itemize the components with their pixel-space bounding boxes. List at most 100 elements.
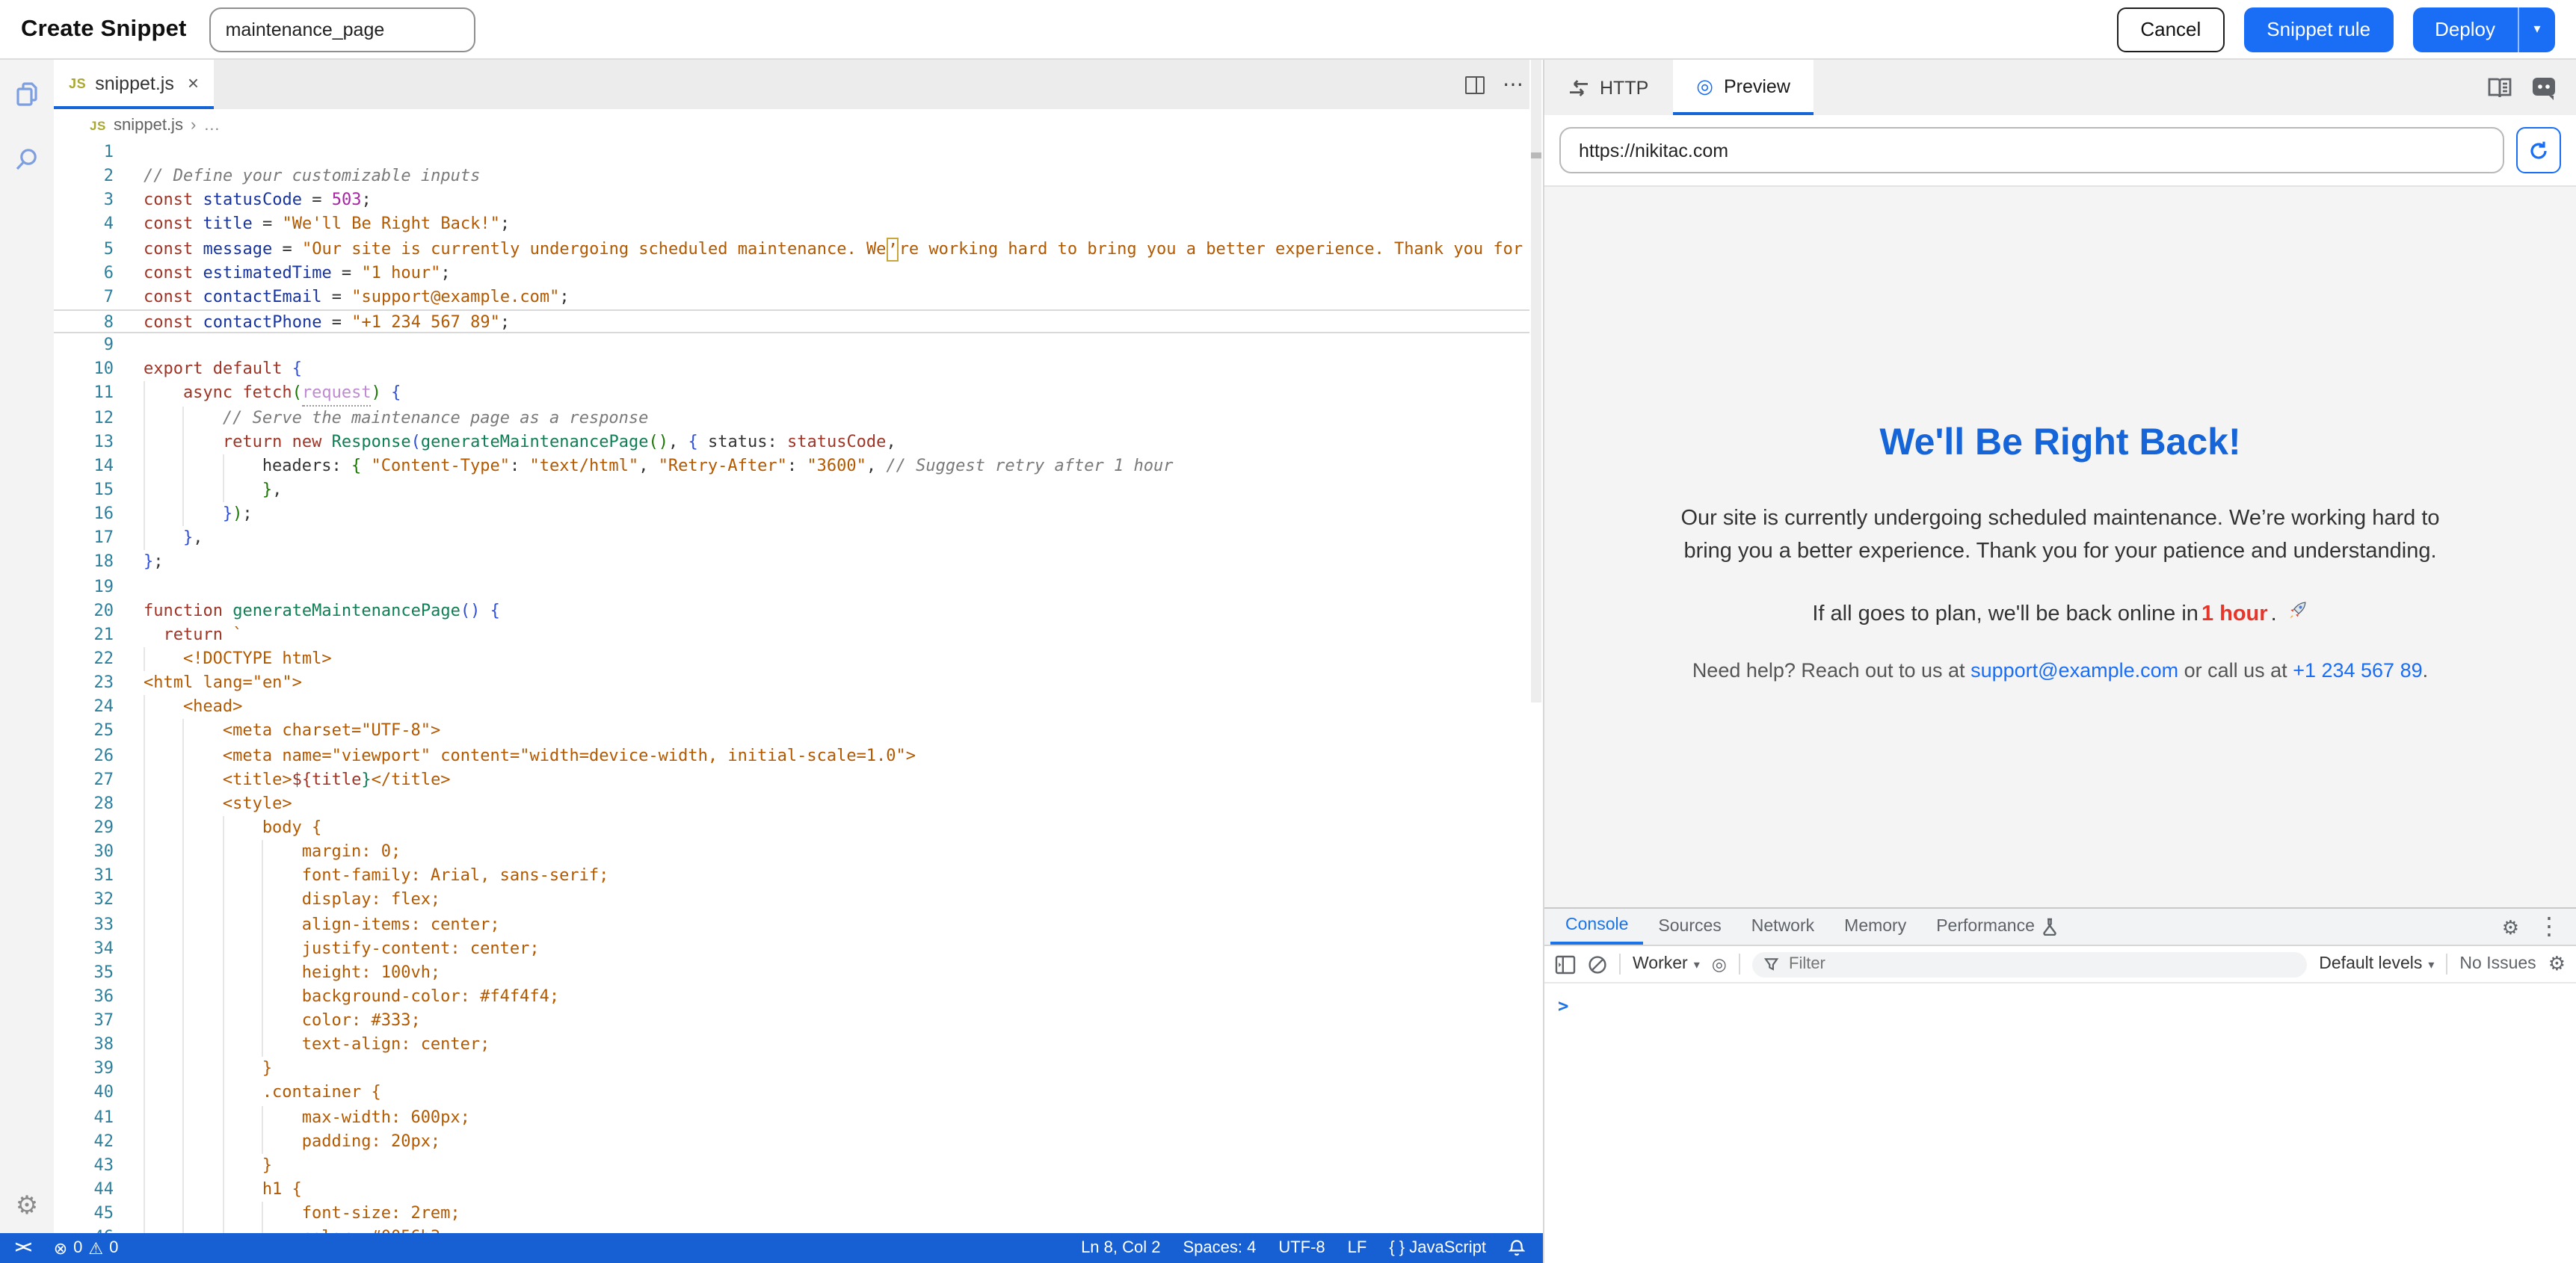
code-line-32[interactable]: 32display: flex; <box>54 889 1543 912</box>
refresh-button[interactable] <box>2516 127 2561 173</box>
eol[interactable]: LF <box>1348 1239 1367 1257</box>
breadcrumb[interactable]: JS snippet.js › … <box>54 109 1543 140</box>
code-line-38[interactable]: 38text-align: center; <box>54 1033 1543 1057</box>
code-line-16[interactable]: 16}); <box>54 502 1543 526</box>
split-editor-icon[interactable] <box>1465 75 1485 93</box>
files-icon[interactable] <box>10 78 43 111</box>
search-icon[interactable] <box>10 143 43 176</box>
code-line-43[interactable]: 43} <box>54 1154 1543 1178</box>
code-line-19[interactable]: 19 <box>54 575 1543 599</box>
code-line-6[interactable]: 6const estimatedTime = "1 hour"; <box>54 261 1543 285</box>
code-line-36[interactable]: 36background-color: #f4f4f4; <box>54 985 1543 1009</box>
code-line-44[interactable]: 44h1 { <box>54 1178 1543 1202</box>
code-editor[interactable]: 12// Define your customizable inputs3con… <box>54 140 1543 1233</box>
close-tab-icon[interactable]: × <box>188 72 199 94</box>
tab-snippet-js[interactable]: JS snippet.js × <box>54 60 214 109</box>
code-line-12[interactable]: 12// Serve the maintenance page as a res… <box>54 406 1543 430</box>
code-line-39[interactable]: 39} <box>54 1057 1543 1081</box>
code-line-45[interactable]: 45font-size: 2rem; <box>54 1202 1543 1226</box>
deploy-dropdown-button[interactable]: ▾ <box>2518 7 2555 52</box>
caret-down-icon: ▾ <box>1694 957 1700 971</box>
bell-icon[interactable] <box>1509 1239 1525 1257</box>
language-mode[interactable]: { } JavaScript <box>1389 1239 1486 1257</box>
support-email-link[interactable]: support@example.com <box>1970 659 2178 682</box>
tab-preview[interactable]: ◎ Preview <box>1672 60 1814 115</box>
code-line-46[interactable]: 46color: #0056b3; <box>54 1226 1543 1233</box>
code-line-23[interactable]: 23<html lang="en"> <box>54 671 1543 695</box>
code-line-21[interactable]: 21 return ` <box>54 623 1543 647</box>
devtools-settings-gear-icon[interactable]: ⚙ <box>2502 917 2519 936</box>
indent-guide <box>183 1202 223 1226</box>
code-line-25[interactable]: 25<meta charset="UTF-8"> <box>54 720 1543 744</box>
breadcrumb-file[interactable]: snippet.js <box>114 116 183 134</box>
tab-memory[interactable]: Memory <box>1829 909 1921 945</box>
code-line-13[interactable]: 13return new Response(generateMaintenanc… <box>54 430 1543 454</box>
context-selector[interactable]: Worker▾ <box>1633 955 1700 973</box>
code-line-7[interactable]: 7const contactEmail = "support@example.c… <box>54 285 1543 309</box>
tab-performance[interactable]: Performance <box>1921 909 2072 945</box>
tab-sources[interactable]: Sources <box>1643 909 1736 945</box>
console-output[interactable]: > <box>1544 983 2576 1263</box>
deploy-button[interactable]: Deploy <box>2412 7 2518 52</box>
breadcrumb-more[interactable]: … <box>203 116 220 134</box>
code-line-33[interactable]: 33align-items: center; <box>54 912 1543 936</box>
discord-chat-icon[interactable] <box>2531 75 2557 99</box>
code-line-26[interactable]: 26<meta name="viewport" content="width=d… <box>54 744 1543 768</box>
code-line-2[interactable]: 2// Define your customizable inputs <box>54 164 1543 188</box>
code-line-24[interactable]: 24<head> <box>54 695 1543 719</box>
code-line-5[interactable]: 5const message = "Our site is currently … <box>54 237 1543 261</box>
code-line-27[interactable]: 27<title>${title}</title> <box>54 768 1543 791</box>
code-line-14[interactable]: 14headers: { "Content-Type": "text/html"… <box>54 454 1543 478</box>
code-line-40[interactable]: 40.container { <box>54 1081 1543 1105</box>
encoding[interactable]: UTF-8 <box>1278 1239 1325 1257</box>
code-line-42[interactable]: 42padding: 20px; <box>54 1130 1543 1154</box>
live-expression-icon[interactable]: ◎ <box>1712 954 1727 975</box>
code-line-35[interactable]: 35height: 100vh; <box>54 961 1543 985</box>
more-actions-icon[interactable]: ⋯ <box>1503 72 1525 97</box>
code-line-3[interactable]: 3const statusCode = 503; <box>54 189 1543 213</box>
snippet-rule-button[interactable]: Snippet rule <box>2244 7 2393 52</box>
problems-status[interactable]: ⊗ 0 ⚠ 0 <box>54 1238 119 1258</box>
code-line-10[interactable]: 10export default { <box>54 358 1543 382</box>
code-line-1[interactable]: 1 <box>54 140 1543 164</box>
code-line-41[interactable]: 41max-width: 600px; <box>54 1105 1543 1129</box>
code-line-28[interactable]: 28<style> <box>54 792 1543 816</box>
tab-console[interactable]: Console <box>1550 909 1643 945</box>
clear-console-icon[interactable] <box>1588 954 1607 974</box>
code-line-9[interactable]: 9 <box>54 333 1543 357</box>
remote-indicator-icon[interactable]: >< <box>9 1239 36 1257</box>
editor-scrollbar[interactable] <box>1529 60 1543 1233</box>
console-sidebar-toggle-icon[interactable] <box>1555 954 1576 974</box>
filter-input[interactable] <box>1786 954 2295 975</box>
code-line-15[interactable]: 15}, <box>54 478 1543 502</box>
tab-http[interactable]: HTTP <box>1544 60 1672 115</box>
settings-gear-icon[interactable]: ⚙ <box>16 1193 39 1218</box>
code-line-34[interactable]: 34justify-content: center; <box>54 936 1543 960</box>
console-prompt-chevron[interactable]: > <box>1558 995 1568 1016</box>
snippet-name-input[interactable] <box>209 7 475 52</box>
code-line-30[interactable]: 30margin: 0; <box>54 840 1543 864</box>
phone-link[interactable]: +1 234 567 89 <box>2293 659 2422 682</box>
code-line-18[interactable]: 18}; <box>54 551 1543 575</box>
deploy-split-button: Deploy ▾ <box>2412 7 2555 52</box>
tab-network[interactable]: Network <box>1737 909 1829 945</box>
url-input[interactable] <box>1559 127 2504 173</box>
code-line-22[interactable]: 22<!DOCTYPE html> <box>54 647 1543 671</box>
code-line-17[interactable]: 17}, <box>54 527 1543 551</box>
devtools-kebab-icon[interactable]: ⋮ <box>2537 912 2561 942</box>
code-line-4[interactable]: 4const title = "We'll Be Right Back!"; <box>54 213 1543 237</box>
code-line-29[interactable]: 29body { <box>54 816 1543 840</box>
console-settings-gear-icon[interactable]: ⚙ <box>2548 952 2566 976</box>
code-line-11[interactable]: 11async fetch(request) { <box>54 382 1543 406</box>
console-filter[interactable] <box>1752 951 2307 977</box>
cancel-button[interactable]: Cancel <box>2116 7 2225 52</box>
code-line-8[interactable]: 8const contactPhone = "+1 234 567 89"; <box>54 309 1543 333</box>
issues-counter[interactable]: No Issues <box>2459 955 2536 973</box>
indentation[interactable]: Spaces: 4 <box>1183 1239 1256 1257</box>
code-line-31[interactable]: 31font-family: Arial, sans-serif; <box>54 864 1543 888</box>
docs-book-icon[interactable] <box>2486 75 2513 99</box>
code-line-37[interactable]: 37color: #333; <box>54 1009 1543 1033</box>
log-levels-selector[interactable]: Default levels▾ <box>2319 955 2434 973</box>
code-line-20[interactable]: 20function generateMaintenancePage() { <box>54 599 1543 623</box>
cursor-position[interactable]: Ln 8, Col 2 <box>1081 1239 1160 1257</box>
